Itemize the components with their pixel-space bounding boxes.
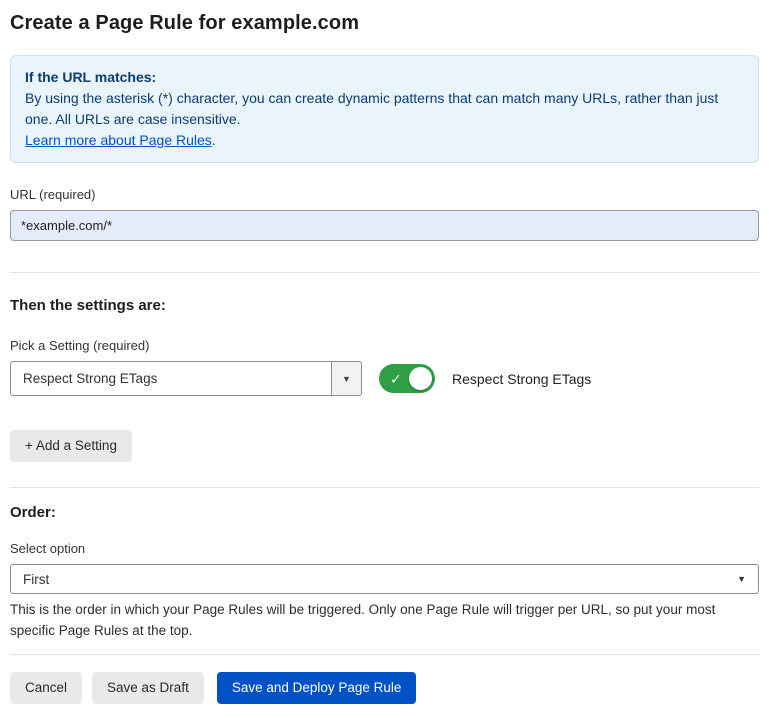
url-input[interactable] [10,210,759,241]
setting-toggle[interactable]: ✓ [379,364,435,393]
save-as-draft-button[interactable]: Save as Draft [92,672,204,704]
divider [10,272,759,273]
info-box-link-line: Learn more about Page Rules. [25,130,744,151]
chevron-down-icon: ▼ [737,574,746,584]
order-section-heading: Order: [10,504,759,521]
setting-select[interactable]: Respect Strong ETags ▼ [10,361,362,396]
divider [10,487,759,488]
order-select-label: Select option [10,541,759,556]
url-label: URL (required) [10,187,759,202]
divider [10,654,759,655]
create-page-rule-page: Create a Page Rule for example.com If th… [0,0,769,704]
add-setting-button[interactable]: + Add a Setting [10,430,132,462]
settings-section-heading: Then the settings are: [10,297,759,314]
save-and-deploy-button[interactable]: Save and Deploy Page Rule [217,672,417,704]
check-icon: ✓ [390,372,402,386]
order-select-value: First [23,572,49,587]
toggle-knob [409,367,432,390]
setting-select-value: Respect Strong ETags [23,371,157,386]
info-box-body: By using the asterisk (*) character, you… [25,88,744,130]
setting-toggle-label: Respect Strong ETags [452,371,591,387]
url-match-info-box: If the URL matches: By using the asteris… [10,55,759,163]
link-suffix-text: . [212,132,216,148]
pick-setting-label: Pick a Setting (required) [10,338,759,353]
cancel-button[interactable]: Cancel [10,672,82,704]
page-title: Create a Page Rule for example.com [10,12,759,35]
chevron-down-icon[interactable]: ▼ [331,362,361,395]
setting-row: Respect Strong ETags ▼ ✓ Respect Strong … [10,361,759,396]
learn-more-link[interactable]: Learn more about Page Rules [25,132,212,148]
footer-actions: Cancel Save as Draft Save and Deploy Pag… [10,672,759,704]
order-help-text: This is the order in which your Page Rul… [10,599,759,641]
info-box-heading: If the URL matches: [25,67,744,88]
order-select[interactable]: First ▼ [10,564,759,594]
